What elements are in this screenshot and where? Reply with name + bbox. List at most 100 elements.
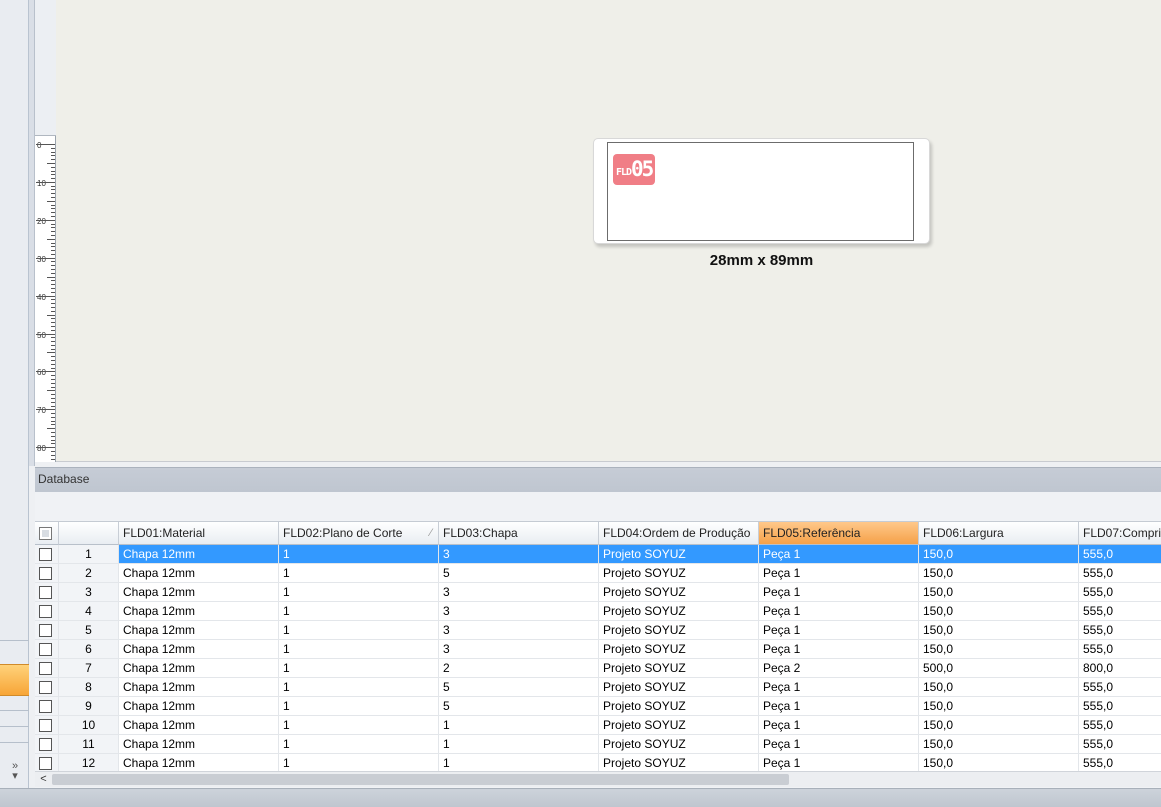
label-design-canvas[interactable]: FLD 05 28mm x 89mm xyxy=(56,0,1161,462)
field-badge-fld05[interactable]: FLD 05 xyxy=(613,154,655,185)
row-checkbox[interactable] xyxy=(39,700,52,713)
row-checkbox[interactable] xyxy=(39,548,52,561)
table-cell[interactable]: 800,0 xyxy=(1079,659,1161,678)
table-cell[interactable]: Projeto SOYUZ xyxy=(599,621,759,640)
table-row[interactable]: 12 Chapa 12mm 1 1 Projeto SOYUZ Peça 1 150,0 55… xyxy=(35,754,1161,771)
table-cell[interactable]: 1 xyxy=(279,564,439,583)
table-cell[interactable]: 555,0 xyxy=(1079,640,1161,659)
table-cell[interactable]: 1 xyxy=(279,640,439,659)
arrow-left-icon[interactable]: < xyxy=(35,772,52,787)
table-cell[interactable]: Projeto SOYUZ xyxy=(599,583,759,602)
chevron-double-right-icon[interactable]: » ▾ xyxy=(6,761,24,782)
row-checkbox[interactable] xyxy=(39,681,52,694)
table-row[interactable]: 6 Chapa 12mm 1 3 Projeto SOYUZ Peça 1 150,0 555… xyxy=(35,640,1161,659)
table-cell[interactable]: 555,0 xyxy=(1079,716,1161,735)
table-cell[interactable]: 555,0 xyxy=(1079,583,1161,602)
table-cell[interactable]: Projeto SOYUZ xyxy=(599,564,759,583)
table-cell[interactable]: Peça 1 xyxy=(759,583,919,602)
left-active-tab[interactable] xyxy=(0,664,29,696)
select-all-checkbox[interactable] xyxy=(39,527,52,540)
row-checkbox[interactable] xyxy=(39,719,52,732)
table-cell[interactable]: Projeto SOYUZ xyxy=(599,602,759,621)
table-cell[interactable]: 150,0 xyxy=(919,754,1079,771)
table-cell[interactable]: 150,0 xyxy=(919,716,1079,735)
row-checkbox[interactable] xyxy=(39,567,52,580)
table-cell[interactable]: 5 xyxy=(439,678,599,697)
table-cell[interactable]: Peça 1 xyxy=(759,545,919,564)
column-header[interactable]: FLD03:Chapa xyxy=(439,522,599,545)
table-cell[interactable]: Chapa 12mm xyxy=(119,659,279,678)
table-row[interactable]: 7 Chapa 12mm 1 2 Projeto SOYUZ Peça 2 500,0 800… xyxy=(35,659,1161,678)
table-cell[interactable]: 1 xyxy=(279,754,439,771)
table-cell[interactable]: 1 xyxy=(439,735,599,754)
table-cell[interactable]: 150,0 xyxy=(919,735,1079,754)
column-header[interactable]: FLD04:Ordem de Produção xyxy=(599,522,759,545)
horizontal-scrollbar[interactable]: < xyxy=(35,771,1161,787)
table-row[interactable]: 3 Chapa 12mm 1 3 Projeto SOYUZ Peça 1 150,0 555… xyxy=(35,583,1161,602)
table-row[interactable]: 5 Chapa 12mm 1 3 Projeto SOYUZ Peça 1 150,0 555… xyxy=(35,621,1161,640)
table-cell[interactable]: 1 xyxy=(279,697,439,716)
table-cell[interactable]: Chapa 12mm xyxy=(119,545,279,564)
column-header[interactable]: FLD06:Largura xyxy=(919,522,1079,545)
table-cell[interactable]: Peça 1 xyxy=(759,754,919,771)
table-cell[interactable]: Peça 2 xyxy=(759,659,919,678)
table-cell[interactable]: Chapa 12mm xyxy=(119,583,279,602)
table-cell[interactable]: 1 xyxy=(279,621,439,640)
table-cell[interactable]: 1 xyxy=(279,678,439,697)
table-row[interactable]: 4 Chapa 12mm 1 3 Projeto SOYUZ Peça 1 150,0 555… xyxy=(35,602,1161,621)
table-cell[interactable]: Peça 1 xyxy=(759,602,919,621)
table-cell[interactable]: Peça 1 xyxy=(759,678,919,697)
table-cell[interactable]: Chapa 12mm xyxy=(119,621,279,640)
table-cell[interactable]: Chapa 12mm xyxy=(119,678,279,697)
table-cell[interactable]: 5 xyxy=(439,564,599,583)
table-cell[interactable]: 3 xyxy=(439,545,599,564)
table-cell[interactable]: Projeto SOYUZ xyxy=(599,678,759,697)
table-row[interactable]: 1 Chapa 12mm 1 3 Projeto SOYUZ Peça 1 150,0 555… xyxy=(35,545,1161,564)
column-header[interactable]: FLD01:Material xyxy=(119,522,279,545)
table-cell[interactable]: Peça 1 xyxy=(759,640,919,659)
table-cell[interactable]: 555,0 xyxy=(1079,754,1161,771)
row-checkbox[interactable] xyxy=(39,662,52,675)
table-row[interactable]: 9 Chapa 12mm 1 5 Projeto SOYUZ Peça 1 150,0 555… xyxy=(35,697,1161,716)
table-cell[interactable]: Chapa 12mm xyxy=(119,754,279,771)
table-cell[interactable]: Peça 1 xyxy=(759,716,919,735)
table-cell[interactable]: 150,0 xyxy=(919,640,1079,659)
table-row[interactable]: 11 Chapa 12mm 1 1 Projeto SOYUZ Peça 1 150,0 55… xyxy=(35,735,1161,754)
label-preview[interactable]: FLD 05 xyxy=(593,138,930,244)
table-cell[interactable]: 1 xyxy=(279,583,439,602)
column-header[interactable]: FLD05:Referência xyxy=(759,522,919,545)
table-cell[interactable]: 555,0 xyxy=(1079,564,1161,583)
table-cell[interactable]: Chapa 12mm xyxy=(119,716,279,735)
table-cell[interactable]: 1 xyxy=(279,545,439,564)
table-cell[interactable]: Projeto SOYUZ xyxy=(599,640,759,659)
column-header[interactable]: FLD02:Plano de Corte ⁄ xyxy=(279,522,439,545)
table-cell[interactable]: 150,0 xyxy=(919,583,1079,602)
database-grid[interactable]: FLD01:Material FLD02:Plano de Corte ⁄ FLD03… xyxy=(35,521,1161,771)
table-cell[interactable]: Projeto SOYUZ xyxy=(599,735,759,754)
table-cell[interactable]: 1 xyxy=(439,754,599,771)
table-row[interactable]: 2 Chapa 12mm 1 5 Projeto SOYUZ Peça 1 150,0 555… xyxy=(35,564,1161,583)
table-cell[interactable]: 3 xyxy=(439,621,599,640)
table-cell[interactable]: Peça 1 xyxy=(759,564,919,583)
row-checkbox[interactable] xyxy=(39,643,52,656)
table-cell[interactable]: Projeto SOYUZ xyxy=(599,716,759,735)
table-cell[interactable]: 1 xyxy=(439,716,599,735)
table-row[interactable]: 8 Chapa 12mm 1 5 Projeto SOYUZ Peça 1 150,0 555… xyxy=(35,678,1161,697)
table-cell[interactable]: Chapa 12mm xyxy=(119,640,279,659)
table-row[interactable]: 10 Chapa 12mm 1 1 Projeto SOYUZ Peça 1 150,0 55… xyxy=(35,716,1161,735)
table-cell[interactable]: 150,0 xyxy=(919,697,1079,716)
table-cell[interactable]: 150,0 xyxy=(919,621,1079,640)
table-cell[interactable]: Projeto SOYUZ xyxy=(599,697,759,716)
table-cell[interactable]: 2 xyxy=(439,659,599,678)
table-cell[interactable]: Chapa 12mm xyxy=(119,735,279,754)
table-cell[interactable]: 1 xyxy=(279,716,439,735)
table-cell[interactable]: 555,0 xyxy=(1079,735,1161,754)
table-cell[interactable]: Peça 1 xyxy=(759,735,919,754)
table-cell[interactable]: 555,0 xyxy=(1079,621,1161,640)
table-cell[interactable]: Projeto SOYUZ xyxy=(599,545,759,564)
table-cell[interactable]: Projeto SOYUZ xyxy=(599,659,759,678)
table-cell[interactable]: Projeto SOYUZ xyxy=(599,754,759,771)
table-cell[interactable]: 3 xyxy=(439,640,599,659)
table-cell[interactable]: 150,0 xyxy=(919,602,1079,621)
table-cell[interactable]: 555,0 xyxy=(1079,545,1161,564)
